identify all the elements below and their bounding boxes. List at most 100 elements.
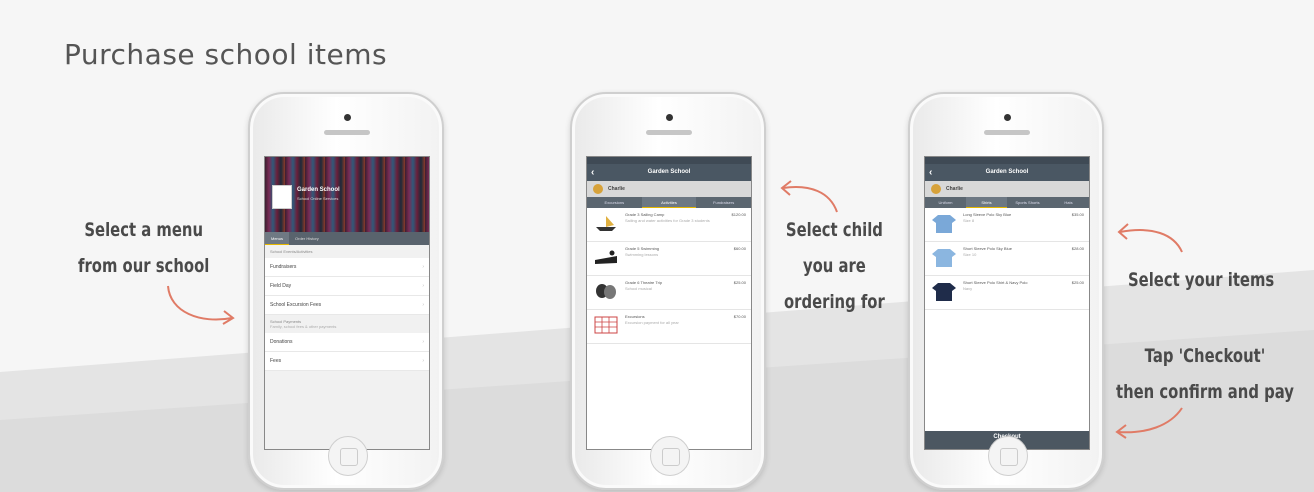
chevron-right-icon: ›: [422, 283, 424, 289]
caption-line: Select child: [785, 219, 883, 241]
caption-line: Tap 'Checkout': [1144, 345, 1266, 367]
status-bar: [925, 157, 1089, 164]
tab-order-history[interactable]: Order History: [289, 232, 325, 245]
child-selector[interactable]: Charlie: [925, 181, 1089, 197]
home-button: [988, 436, 1028, 476]
menu-item-label: Fundraisers: [270, 264, 297, 270]
nav-bar: ‹ Garden School: [587, 164, 751, 181]
menu-tabs: Menus Order History: [265, 232, 429, 245]
phone-menus: Garden School School Online Services Men…: [248, 92, 444, 490]
section-header: School Events/Activities: [265, 245, 429, 258]
swimming-icon: [595, 250, 617, 264]
tab-excursions[interactable]: Excursions: [587, 197, 642, 208]
menu-item-label: Fees: [270, 358, 282, 364]
tab-fundraisers[interactable]: Fundraisers: [696, 197, 751, 208]
nav-title: Garden School: [647, 169, 691, 175]
list-item-text: Grade 3 Sailing Camp Sailing and water ac…: [625, 212, 729, 224]
caption-select-items: Select your items: [1128, 262, 1274, 298]
item-desc: Excursion payment for all year: [625, 320, 679, 325]
menu-item-label: Donations: [270, 339, 293, 345]
list-item-text: Excursions Excursion payment for all year: [625, 314, 731, 326]
caption-line: ordering for: [784, 291, 885, 313]
list-item-text: Grade 5 Swimming Swimming lessons: [625, 246, 731, 258]
item-desc: Swimming lessons: [625, 252, 659, 257]
avatar: [593, 184, 603, 194]
avatar: [931, 184, 941, 194]
chevron-right-icon: ›: [422, 264, 424, 270]
nav-bar: ‹ Garden School: [925, 164, 1089, 181]
page-title: Purchase school items: [64, 38, 388, 71]
camera-icon: [1004, 114, 1011, 121]
menu-item[interactable]: Fees ›: [265, 352, 429, 371]
home-button: [328, 436, 368, 476]
section-subtitle: Family, school fees & other payments: [270, 324, 337, 329]
speaker-icon: [646, 130, 692, 135]
boat-icon: [596, 216, 616, 231]
caption-line: Select a menu: [84, 219, 203, 241]
menu-item[interactable]: Donations ›: [265, 333, 429, 352]
list-item-text: Grade 6 Theatre Trip School musical: [625, 280, 731, 292]
speaker-icon: [984, 130, 1030, 135]
school-logo: [272, 185, 292, 209]
menu-item[interactable]: Fundraisers ›: [265, 258, 429, 277]
tab-shirts[interactable]: Shirts: [966, 197, 1007, 208]
chevron-right-icon: ›: [422, 339, 424, 345]
list-item-text: Short Sleeve Polo Shirt & Navy Polo Navy: [963, 280, 1069, 292]
list-item[interactable]: Short Sleeve Polo Sky Blue Size 10 $28.00: [925, 242, 1089, 276]
tab-menus[interactable]: Menus: [265, 232, 290, 245]
status-bar: [587, 157, 751, 164]
list-item[interactable]: Grade 5 Swimming Swimming lessons $60.00: [587, 242, 751, 276]
list-item[interactable]: Excursions Excursion payment for all year…: [587, 310, 751, 344]
caption-line: you are: [802, 255, 866, 277]
item-price: $70.00: [733, 314, 746, 319]
item-desc: Navy: [963, 286, 973, 291]
phone-select-child: ‹ Garden School Charlie Excursions Activ…: [570, 92, 766, 490]
back-icon[interactable]: ‹: [591, 164, 594, 181]
shirt-icon: [932, 215, 956, 233]
category-tabs: Uniform Shirts Sports Shorts Hats: [925, 197, 1089, 208]
arrow-icon: [1117, 223, 1183, 253]
calendar-icon: [594, 316, 618, 334]
item-price: $25.00: [1071, 280, 1084, 285]
tab-sports-shorts[interactable]: Sports Shorts: [1007, 197, 1048, 208]
menu-item[interactable]: School Excursion Fees ›: [265, 296, 429, 315]
list-item[interactable]: Long Sleeve Polo Sky Blue Size 8 $35.00: [925, 208, 1089, 242]
school-subtitle: School Online Services: [297, 196, 339, 201]
app-screen: ‹ Garden School Charlie Excursions Activ…: [586, 156, 752, 450]
item-desc: School musical: [625, 286, 652, 291]
shirt-icon: [932, 283, 956, 301]
list-item-text: Long Sleeve Polo Sky Blue Size 8: [963, 212, 1069, 224]
child-name: Charlie: [946, 186, 963, 192]
item-desc: Sailing and water activities for Grade 3…: [625, 218, 710, 223]
list-item[interactable]: Short Sleeve Polo Shirt & Navy Polo Navy …: [925, 276, 1089, 310]
item-price: $120.00: [731, 212, 746, 217]
app-screen: Garden School School Online Services Men…: [264, 156, 430, 450]
school-banner: Garden School School Online Services: [265, 157, 429, 232]
arrow-icon: [167, 285, 235, 325]
tab-activities[interactable]: Activities: [641, 197, 697, 208]
phone-select-items: ‹ Garden School Charlie Uniform Shirts S…: [908, 92, 1104, 490]
home-button: [650, 436, 690, 476]
child-selector[interactable]: Charlie: [587, 181, 751, 197]
camera-icon: [344, 114, 351, 121]
caption-select-menu: Select a menu from our school: [78, 212, 209, 284]
school-name: Garden School: [297, 187, 340, 193]
menu-item[interactable]: Field Day ›: [265, 277, 429, 296]
arrow-icon: [780, 180, 838, 213]
back-icon[interactable]: ‹: [929, 164, 932, 181]
nav-title: Garden School: [985, 169, 1029, 175]
list-item[interactable]: Grade 3 Sailing Camp Sailing and water ac…: [587, 208, 751, 242]
camera-icon: [666, 114, 673, 121]
tab-uniform[interactable]: Uniform: [925, 197, 966, 208]
arrow-icon: [1115, 407, 1183, 439]
item-price: $60.00: [733, 246, 746, 251]
caption-line: Select your items: [1128, 269, 1275, 291]
caption-select-child: Select child you are ordering for: [784, 212, 885, 320]
menu-item-label: School Excursion Fees: [270, 302, 322, 308]
tab-hats[interactable]: Hats: [1048, 197, 1089, 208]
list-item[interactable]: Grade 6 Theatre Trip School musical $25.0…: [587, 276, 751, 310]
item-price: $25.00: [733, 280, 746, 285]
caption-line: from our school: [78, 255, 210, 277]
item-desc: Size 10: [963, 252, 977, 257]
chevron-right-icon: ›: [422, 302, 424, 308]
